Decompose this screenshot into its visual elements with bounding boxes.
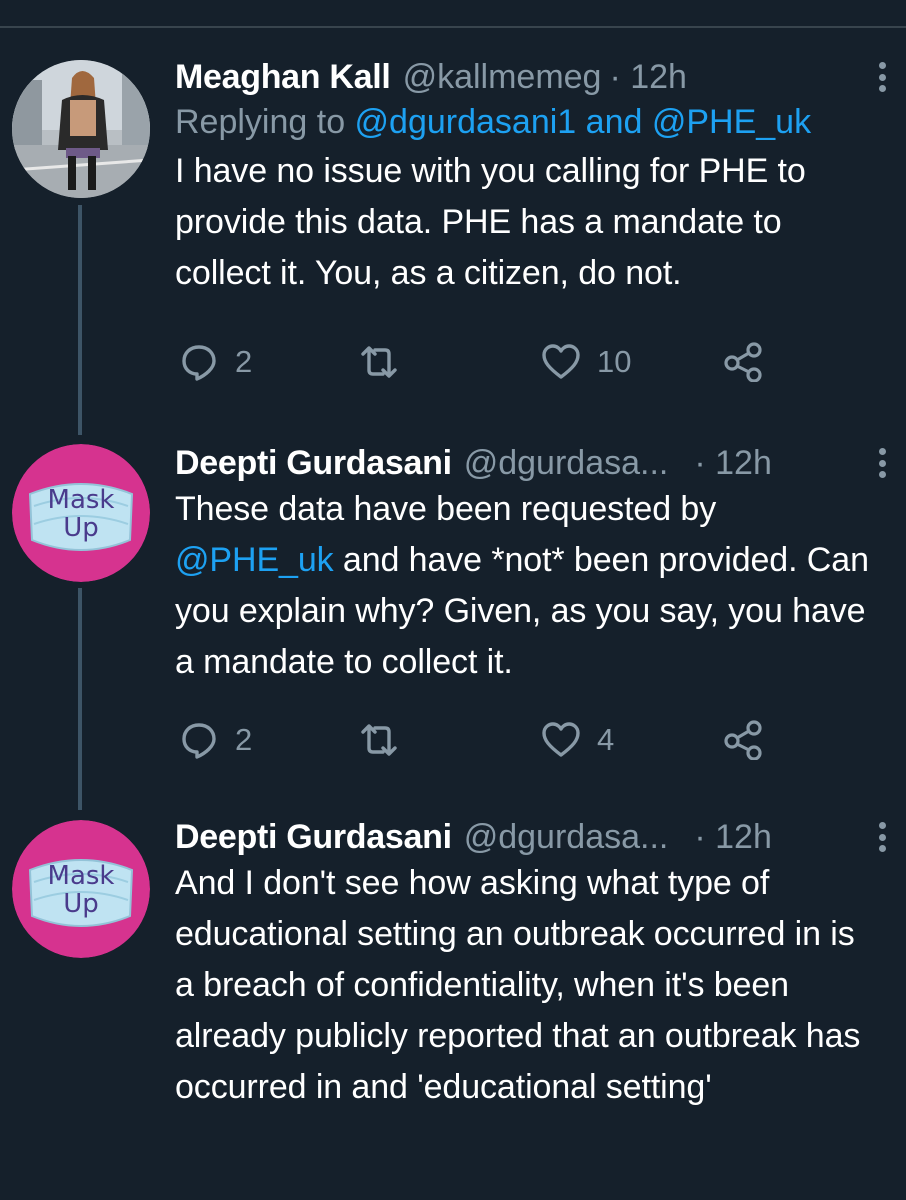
replying-to-and[interactable]: and bbox=[576, 103, 652, 141]
share-icon bbox=[724, 720, 762, 760]
replying-to: Replying to @dgurdasani1 and @PHE_uk bbox=[175, 98, 875, 146]
top-divider bbox=[0, 26, 906, 28]
tweet-actions: 2 4 bbox=[175, 720, 875, 760]
thread-line bbox=[78, 205, 82, 435]
like-button[interactable]: 4 bbox=[541, 720, 614, 760]
tweet-text-part: These data have been requested by bbox=[175, 490, 717, 528]
thread-line bbox=[78, 588, 82, 810]
avatar[interactable]: Mask Up bbox=[12, 820, 150, 958]
share-button[interactable] bbox=[723, 342, 763, 382]
reply-button[interactable]: 2 bbox=[179, 720, 252, 760]
retweet-button[interactable] bbox=[359, 342, 415, 382]
like-count: 4 bbox=[597, 722, 615, 757]
user-handle[interactable]: @kallmemeg bbox=[403, 56, 602, 98]
like-icon bbox=[542, 722, 580, 757]
mask-up-line2: Up bbox=[63, 513, 99, 543]
like-button[interactable]: 10 bbox=[541, 342, 631, 382]
more-icon[interactable] bbox=[872, 58, 892, 96]
like-icon bbox=[542, 344, 580, 379]
mention-link[interactable]: @dgurdasani1 bbox=[355, 103, 577, 141]
timestamp[interactable]: · 12h bbox=[694, 816, 772, 858]
avatar[interactable] bbox=[12, 60, 150, 198]
timestamp[interactable]: · 12h bbox=[694, 442, 772, 484]
mask-up-line1: Mask bbox=[48, 861, 115, 891]
mask-up-line2: Up bbox=[63, 889, 99, 919]
reply-count: 2 bbox=[235, 722, 253, 757]
tweet-text: These data have been requested by @PHE_u… bbox=[175, 484, 875, 688]
reply-button[interactable]: 2 bbox=[179, 342, 252, 382]
replying-to-label: Replying to bbox=[175, 103, 355, 141]
display-name[interactable]: Deepti Gurdasani bbox=[175, 442, 452, 484]
tweet-header: Deepti Gurdasani @dgurdasa... · 12h bbox=[175, 816, 875, 858]
share-button[interactable] bbox=[723, 720, 763, 760]
tweet-actions: 2 10 bbox=[175, 342, 875, 382]
mention-link[interactable]: @PHE_uk bbox=[175, 541, 334, 579]
tweet-text: And I don't see how asking what type of … bbox=[175, 864, 861, 1106]
more-icon[interactable] bbox=[872, 444, 892, 482]
tweet-header: Deepti Gurdasani @dgurdasa... · 12h bbox=[175, 442, 875, 484]
display-name[interactable]: Deepti Gurdasani bbox=[175, 816, 452, 858]
tweet-header: Meaghan Kall @kallmemeg · 12h bbox=[175, 56, 875, 98]
display-name[interactable]: Meaghan Kall bbox=[175, 56, 391, 98]
share-icon bbox=[724, 342, 762, 382]
retweet-icon bbox=[361, 346, 397, 378]
timestamp[interactable]: · 12h bbox=[609, 56, 687, 98]
reply-icon bbox=[182, 723, 216, 759]
avatar[interactable]: Mask Up bbox=[12, 444, 150, 582]
retweet-icon bbox=[361, 724, 397, 756]
reply-count: 2 bbox=[235, 344, 253, 379]
like-count: 10 bbox=[597, 344, 632, 379]
reply-icon bbox=[182, 345, 216, 381]
mask-up-line1: Mask bbox=[48, 485, 115, 515]
user-handle[interactable]: @dgurdasa... bbox=[464, 442, 669, 484]
tweet-text: I have no issue with you calling for PHE… bbox=[175, 152, 806, 292]
user-handle[interactable]: @dgurdasa... bbox=[464, 816, 669, 858]
retweet-button[interactable] bbox=[359, 720, 415, 760]
mention-link[interactable]: @PHE_uk bbox=[652, 103, 811, 141]
more-icon[interactable] bbox=[872, 818, 892, 856]
